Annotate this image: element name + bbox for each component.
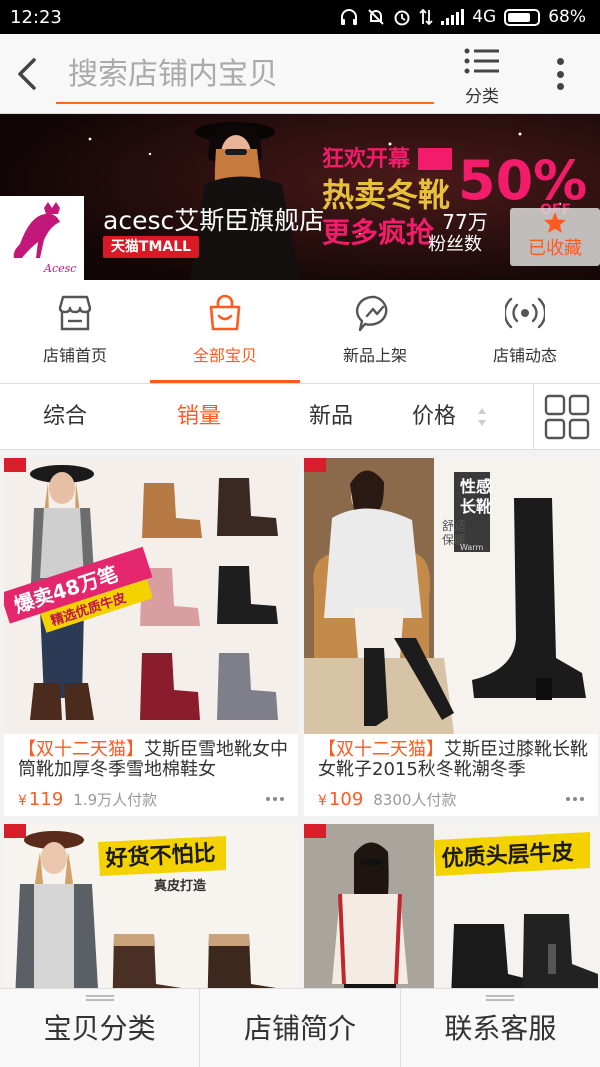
tab-shop-feed-label: 店铺动态: [492, 346, 557, 365]
product-image[interactable]: 好货不怕比 真皮打造: [4, 824, 298, 988]
price-value: 109: [328, 788, 364, 810]
product-title[interactable]: 【双十二天猫】艾斯臣过膝靴长靴女靴子2015秋冬靴潮冬季: [304, 734, 598, 782]
tmall-badge: 天猫TMALL: [103, 236, 199, 258]
more-menu-button[interactable]: [548, 54, 572, 94]
back-button[interactable]: [8, 52, 48, 96]
product-card[interactable]: 优质头层牛皮: [304, 824, 598, 988]
bottom-item-shop-intro-label: 店铺简介: [243, 1012, 356, 1045]
banner-promo-1: 狂欢开幕: [322, 146, 411, 172]
status-time: 12:23: [10, 6, 62, 28]
tab-shop-home[interactable]: 店铺首页: [0, 280, 150, 383]
product-photo: 爆卖48万笔 精选优质牛皮: [4, 458, 298, 734]
product-card[interactable]: 好货不怕比 真皮打造: [4, 824, 298, 988]
product-image[interactable]: 优质头层牛皮: [304, 824, 598, 988]
search-bar: 分类: [0, 34, 600, 114]
product-price: ¥109: [318, 789, 363, 810]
sort-price[interactable]: 价格: [412, 384, 456, 450]
favorite-label: 已收藏: [528, 238, 582, 259]
currency-symbol: ¥: [318, 792, 327, 809]
shop-logo-text: Acesc: [43, 262, 76, 275]
category-label: 分类: [465, 87, 499, 107]
sort-bar: 综合 销量 新品 价格: [0, 384, 600, 450]
star-icon: [544, 212, 566, 233]
sort-arrows-icon: [478, 408, 486, 426]
new-items-icon: [355, 295, 388, 332]
list-icon: [464, 48, 499, 74]
tab-new-arrivals[interactable]: 新品上架: [300, 280, 450, 383]
favorite-button[interactable]: 已收藏: [510, 208, 600, 266]
product-grid: 爆卖48万笔 精选优质牛皮 【双十二天猫】艾斯臣雪地靴女中筒靴加厚冬季雪地棉鞋女…: [0, 450, 600, 988]
tab-all-items-label: 全部宝贝: [192, 346, 257, 365]
data-transfer-icon: [419, 8, 433, 26]
search-input[interactable]: [56, 46, 434, 104]
signal-icon: [441, 9, 465, 25]
product-tag: 【双十二天猫】: [318, 739, 444, 760]
high-heel-logo-icon: Acesc: [13, 202, 76, 275]
product-sales: 8300人付款: [373, 790, 457, 809]
battery-percent: 68%: [548, 7, 586, 27]
product-tag: 【双十二天猫】: [18, 739, 144, 760]
shop-name: acesc艾斯臣旗舰店: [103, 206, 325, 235]
bottom-item-customer-service-label: 联系客服: [444, 1012, 557, 1045]
status-bar: 12:23 4G 68%: [0, 0, 600, 34]
bottom-item-shop-intro[interactable]: 店铺简介: [200, 989, 401, 1067]
bottom-item-categories-label: 宝贝分类: [43, 1012, 156, 1045]
layout-toggle-button[interactable]: [533, 384, 600, 450]
price-value: 119: [28, 788, 64, 810]
product-2-promo: 性感长靴: [460, 477, 492, 516]
product-image[interactable]: 爆卖48万笔 精选优质牛皮: [4, 458, 298, 734]
product-photo: 好货不怕比 真皮打造: [4, 824, 298, 988]
tab-shop-home-label: 店铺首页: [42, 346, 107, 365]
tab-shop-feed[interactable]: 店铺动态: [450, 280, 600, 383]
product-sales: 1.9万人付款: [73, 790, 158, 809]
store-icon: [58, 295, 92, 331]
product-price: ¥119: [18, 789, 63, 810]
product-title[interactable]: 【双十二天猫】艾斯臣雪地靴女中筒靴加厚冬季雪地棉鞋女: [4, 734, 298, 782]
banner-promo-3: 更多疯抢: [322, 216, 435, 249]
product-2-small: Warm: [460, 543, 483, 552]
category-button[interactable]: 分类: [458, 46, 506, 107]
grid-view-icon: [544, 394, 590, 440]
bottom-bar: 宝贝分类 店铺简介 联系客服: [0, 988, 600, 1067]
fans-label: 粉丝数: [428, 234, 482, 255]
sort-comprehensive[interactable]: 综合: [43, 384, 87, 450]
sort-sales[interactable]: 销量: [177, 384, 221, 450]
handle-icon: [85, 995, 114, 1001]
bottom-item-customer-service[interactable]: 联系客服: [401, 989, 600, 1067]
product-more-button[interactable]: [266, 797, 284, 801]
handle-icon: [486, 995, 515, 1001]
tab-new-arrivals-label: 新品上架: [342, 346, 407, 365]
shop-logo[interactable]: Acesc: [0, 196, 84, 280]
alarm-icon: [394, 10, 410, 26]
product-more-button[interactable]: [566, 797, 584, 801]
product-3-promo-sub: 真皮打造: [154, 878, 207, 894]
back-arrow-icon: [18, 58, 36, 90]
bottom-item-categories[interactable]: 宝贝分类: [0, 989, 201, 1067]
product-meta: ¥119 1.9万人付款: [4, 782, 298, 816]
sort-new[interactable]: 新品: [309, 384, 353, 450]
mute-bell-icon: [368, 9, 384, 25]
battery-icon: [504, 8, 541, 26]
shop-banner: 狂欢开幕 热卖冬靴 更多疯抢 50% OFF Acesc acesc艾斯臣旗舰店…: [0, 114, 600, 280]
broadcast-icon: [503, 297, 547, 329]
headphones-icon: [341, 9, 358, 25]
product-meta: ¥109 8300人付款: [304, 782, 598, 816]
product-photo: 优质头层牛皮: [304, 824, 598, 988]
product-image[interactable]: 性感长靴 舒适保暖 Warm: [304, 458, 598, 734]
shopping-bag-icon: [209, 294, 241, 331]
shop-screen: 12:23 4G 68% 分类: [0, 0, 600, 1067]
product-photo: 性感长靴 舒适保暖 Warm: [304, 458, 598, 734]
currency-symbol: ¥: [18, 792, 27, 809]
status-icons: 4G 68%: [339, 7, 586, 27]
product-card[interactable]: 性感长靴 舒适保暖 Warm 【双十二天猫】艾斯臣过膝靴长靴女靴子2015秋冬靴…: [304, 458, 598, 816]
product-card[interactable]: 爆卖48万笔 精选优质牛皮 【双十二天猫】艾斯臣雪地靴女中筒靴加厚冬季雪地棉鞋女…: [4, 458, 298, 816]
network-type: 4G: [472, 7, 497, 27]
tab-all-items[interactable]: 全部宝贝: [150, 280, 300, 383]
shop-tabs: 店铺首页 全部宝贝 新品上架 店铺动态: [0, 280, 600, 384]
